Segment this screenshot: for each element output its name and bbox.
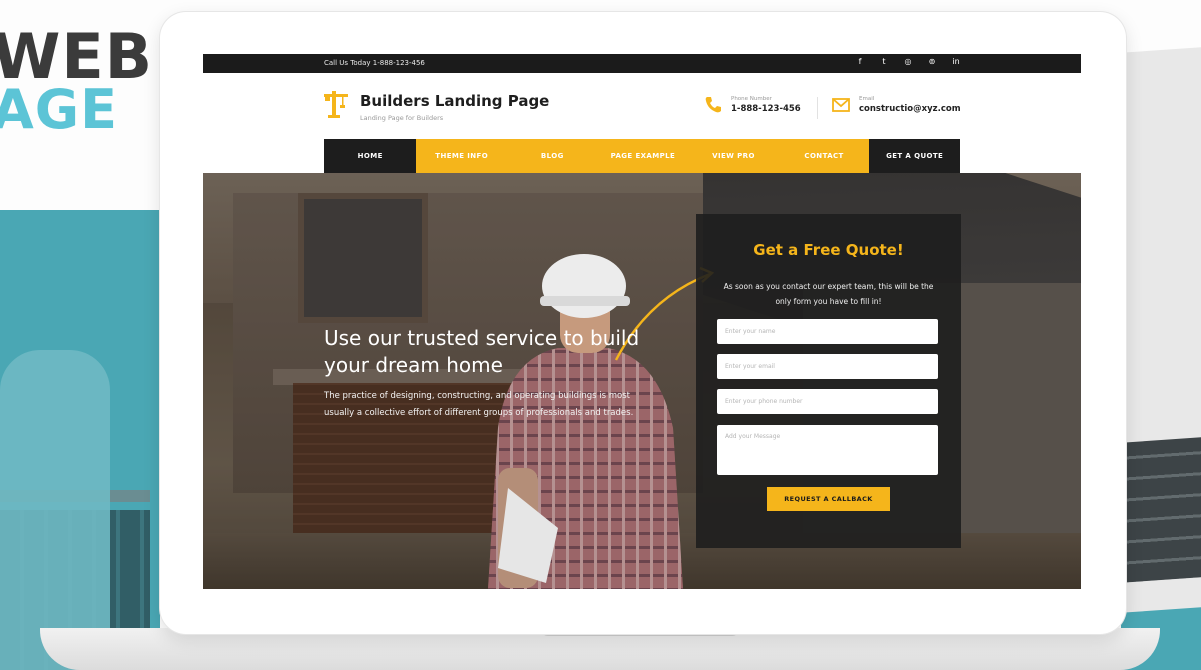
laptop-keyboard-right bbox=[1127, 437, 1201, 583]
nav-contact[interactable]: CONTACT bbox=[779, 139, 870, 173]
nav-page-example[interactable]: PAGE EXAMPLE bbox=[598, 139, 689, 173]
site-title[interactable]: Builders Landing Page bbox=[360, 92, 549, 110]
instagram-icon[interactable]: ◎ bbox=[903, 57, 913, 66]
nav-blog[interactable]: BLOG bbox=[507, 139, 598, 173]
phone-contact: Phone Number 1-888-123-456 bbox=[703, 95, 801, 115]
request-callback-button[interactable]: REQUEST A CALLBACK bbox=[767, 487, 890, 511]
email-label: Email bbox=[859, 96, 875, 102]
mail-icon bbox=[832, 98, 850, 112]
top-bar: Call Us Today 1-888-123-456 f t ◎ ⊚ in bbox=[203, 54, 1081, 73]
message-textarea[interactable] bbox=[717, 425, 938, 475]
call-us-text: Call Us Today 1-888-123-456 bbox=[324, 59, 425, 67]
phone-input[interactable] bbox=[717, 389, 938, 414]
hero-description: The practice of designing, constructing,… bbox=[324, 391, 634, 418]
site-tagline: Landing Page for Builders bbox=[360, 114, 444, 122]
promo-background: WEB AGE Call Us Today 1-888-123-456 f t … bbox=[0, 0, 1201, 670]
nav-theme-info[interactable]: THEME INFO bbox=[416, 139, 507, 173]
monitor-base bbox=[40, 628, 1160, 670]
linkedin-icon[interactable]: in bbox=[951, 57, 961, 66]
facebook-icon[interactable]: f bbox=[855, 57, 865, 66]
hand-photo bbox=[0, 350, 110, 670]
hero-title: Use our trusted service to build your dr… bbox=[324, 326, 640, 377]
twitter-icon[interactable]: t bbox=[879, 57, 889, 66]
hero-section: Use our trusted service to build your dr… bbox=[203, 173, 1081, 589]
header-divider bbox=[817, 97, 818, 119]
quote-form-description: As soon as you contact our expert team, … bbox=[723, 282, 934, 306]
main-nav: HOME THEME INFO BLOG PAGE EXAMPLE VIEW P… bbox=[324, 139, 960, 173]
promo-heading-line2: AGE bbox=[0, 78, 119, 141]
get-a-quote-button[interactable]: GET A QUOTE bbox=[869, 139, 960, 173]
nav-home[interactable]: HOME bbox=[324, 139, 417, 173]
crane-logo-icon[interactable] bbox=[323, 89, 349, 119]
email-value: constructio@xyz.com bbox=[859, 104, 961, 114]
nav-view-pro[interactable]: VIEW PRO bbox=[688, 139, 779, 173]
pinterest-icon[interactable]: ⊚ bbox=[927, 57, 937, 66]
site-header: Builders Landing Page Landing Page for B… bbox=[203, 73, 1081, 139]
social-links: f t ◎ ⊚ in bbox=[855, 57, 961, 66]
email-contact: Email constructio@xyz.com bbox=[831, 95, 961, 115]
quote-form: Get a Free Quote! As soon as you contact… bbox=[696, 214, 961, 548]
website-screen: Call Us Today 1-888-123-456 f t ◎ ⊚ in B… bbox=[203, 54, 1081, 589]
laptop-photo-right bbox=[1121, 47, 1201, 613]
phone-value: 1-888-123-456 bbox=[731, 104, 801, 114]
quote-form-title: Get a Free Quote! bbox=[753, 241, 904, 259]
phone-icon bbox=[705, 97, 721, 113]
name-input[interactable] bbox=[717, 319, 938, 344]
phone-label: Phone Number bbox=[731, 96, 772, 102]
email-input[interactable] bbox=[717, 354, 938, 379]
